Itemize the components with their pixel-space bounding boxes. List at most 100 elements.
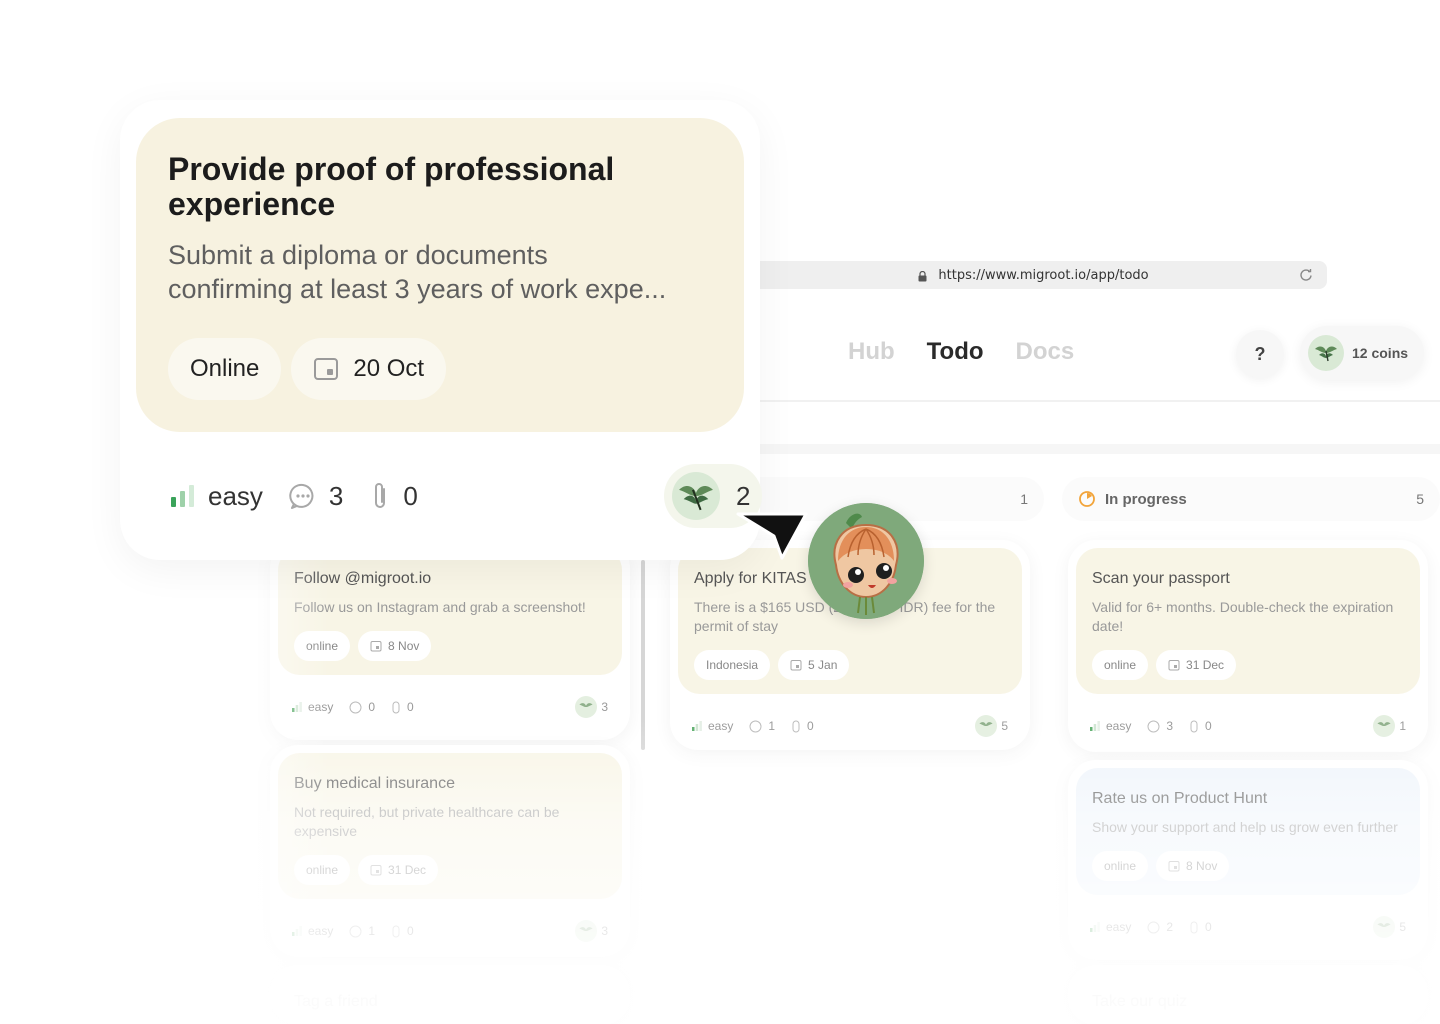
column-scrollbar[interactable] xyxy=(641,560,645,750)
task-card-passport[interactable]: Scan your passport Valid for 6+ months. … xyxy=(1068,540,1428,752)
difficulty-bars-icon xyxy=(692,721,702,731)
main-nav: Hub Todo Docs xyxy=(848,338,1074,366)
in-progress-icon xyxy=(1079,491,1095,507)
task-card-tag-friend[interactable]: Tag a friend xyxy=(270,965,630,1024)
reward: 1 xyxy=(1373,715,1406,737)
help-button[interactable]: ? xyxy=(1236,330,1284,378)
column-count: 5 xyxy=(1416,491,1424,507)
nav-docs[interactable]: Docs xyxy=(1016,338,1075,366)
reward: 3 xyxy=(575,696,608,718)
reward: 5 xyxy=(1373,916,1406,938)
nav-divider xyxy=(760,400,1440,402)
leaf-coin-icon xyxy=(575,920,598,942)
leaf-coin-icon xyxy=(672,472,720,520)
paperclip-icon xyxy=(1190,921,1198,933)
task-description: Valid for 6+ months. Double-check the ex… xyxy=(1092,599,1394,634)
comment-icon xyxy=(349,701,362,713)
difficulty: easy xyxy=(1090,719,1131,733)
comment-icon xyxy=(349,925,362,937)
task-title: Rate us on Product Hunt xyxy=(1092,790,1268,807)
attachments: 0 xyxy=(391,924,414,938)
mouse-cursor-icon xyxy=(736,512,808,560)
leaf-coin-icon xyxy=(1373,715,1396,737)
date-chip: 31 Dec xyxy=(358,855,439,885)
column-count: 1 xyxy=(1020,491,1028,507)
task-description: Not required, but private healthcare can… xyxy=(294,804,560,839)
nav-todo[interactable]: Todo xyxy=(927,338,984,366)
difficulty-bars-icon xyxy=(292,702,302,712)
task-description: Show your support and help us grow even … xyxy=(1092,819,1398,835)
attachments: 0 xyxy=(1189,719,1212,733)
task-card-product-hunt[interactable]: Rate us on Product Hunt Show your suppor… xyxy=(1068,760,1428,960)
date-text: 8 Nov xyxy=(388,639,420,653)
column-header-in-progress: In progress 5 xyxy=(1062,477,1440,521)
calendar-icon xyxy=(370,865,382,876)
date-chip: 8 Nov xyxy=(358,631,432,661)
difficulty-bars-icon xyxy=(1090,721,1100,731)
location-chip: Indonesia xyxy=(694,650,771,680)
date-text: 31 Dec xyxy=(388,863,427,877)
comment-icon xyxy=(1147,921,1160,933)
date-text: 8 Nov xyxy=(1186,859,1218,873)
toolbar-strip xyxy=(760,444,1440,454)
date-chip: 31 Dec xyxy=(1156,650,1237,680)
date-chip: 20 Oct xyxy=(291,338,447,400)
date-chip: 8 Nov xyxy=(1156,851,1230,881)
date-text: 20 Oct xyxy=(353,355,425,382)
date-text: 5 Jan xyxy=(808,658,838,672)
attachments-count: 0 xyxy=(403,480,418,511)
comments[interactable]: 3 xyxy=(289,481,343,512)
task-title: Follow @migroot.io xyxy=(294,570,432,587)
attachments: 0 xyxy=(1189,920,1212,934)
focused-task-body: Provide proof of professional experience… xyxy=(136,118,744,432)
task-description-line1: Submit a diploma or documents xyxy=(168,240,548,270)
comments: 0 xyxy=(349,700,375,714)
attachments[interactable]: 0 xyxy=(369,480,418,512)
column-title: In progress xyxy=(1105,490,1187,508)
reward: 3 xyxy=(575,920,608,942)
leaf-coin-icon xyxy=(1373,916,1396,938)
date-text: 31 Dec xyxy=(1186,658,1225,672)
task-card-quiz[interactable]: Take our quiz xyxy=(1068,965,1428,1024)
calendar-icon xyxy=(370,641,382,652)
task-title: Tag a friend xyxy=(294,993,378,1010)
coins-balance[interactable]: 12 coins xyxy=(1300,326,1424,380)
comment-icon xyxy=(749,720,762,732)
location-chip: online xyxy=(294,855,351,885)
location-chip: online xyxy=(294,631,351,661)
reward-amount: 2 xyxy=(736,480,751,511)
location-chip: online xyxy=(1092,851,1149,881)
comments: 1 xyxy=(349,924,375,938)
task-description-line2: confirming at least 3 years of work expe… xyxy=(168,274,667,304)
task-title: Provide proof of professional experience xyxy=(168,151,615,222)
task-title: Scan your passport xyxy=(1092,570,1230,587)
task-card-insurance[interactable]: Buy medical insurance Not required, but … xyxy=(270,745,630,957)
paperclip-icon xyxy=(392,701,400,713)
focused-task-footer: easy 3 0 2 xyxy=(170,464,762,528)
nav-hub[interactable]: Hub xyxy=(848,338,895,366)
paperclip-icon xyxy=(1190,720,1198,732)
comment-icon xyxy=(1147,720,1160,732)
task-card-follow[interactable]: Follow @migroot.io Follow us on Instagra… xyxy=(270,540,630,740)
focused-task-card[interactable]: Provide proof of professional experience… xyxy=(120,100,762,560)
leaf-coin-icon xyxy=(575,696,598,718)
comments: 1 xyxy=(749,719,775,733)
attachments: 0 xyxy=(391,700,414,714)
attachments: 0 xyxy=(791,719,814,733)
difficulty: easy xyxy=(692,719,733,733)
comments-count: 3 xyxy=(328,480,344,511)
address-bar[interactable]: https://www.migroot.io/app/todo xyxy=(740,261,1327,289)
mascot-onion-icon xyxy=(808,503,924,619)
calendar-icon xyxy=(314,358,339,380)
calendar-icon xyxy=(790,660,802,671)
location-chip: online xyxy=(1092,650,1149,680)
difficulty: easy xyxy=(292,924,333,938)
reload-icon[interactable] xyxy=(1299,268,1313,282)
task-title: Take our quiz xyxy=(1092,993,1188,1010)
paperclip-icon xyxy=(375,483,386,508)
paperclip-icon xyxy=(792,720,800,732)
difficulty: easy xyxy=(170,481,263,512)
leaf-coin-icon xyxy=(975,715,998,737)
difficulty-bars-icon xyxy=(1090,922,1100,932)
mascot-avatar xyxy=(808,503,924,619)
